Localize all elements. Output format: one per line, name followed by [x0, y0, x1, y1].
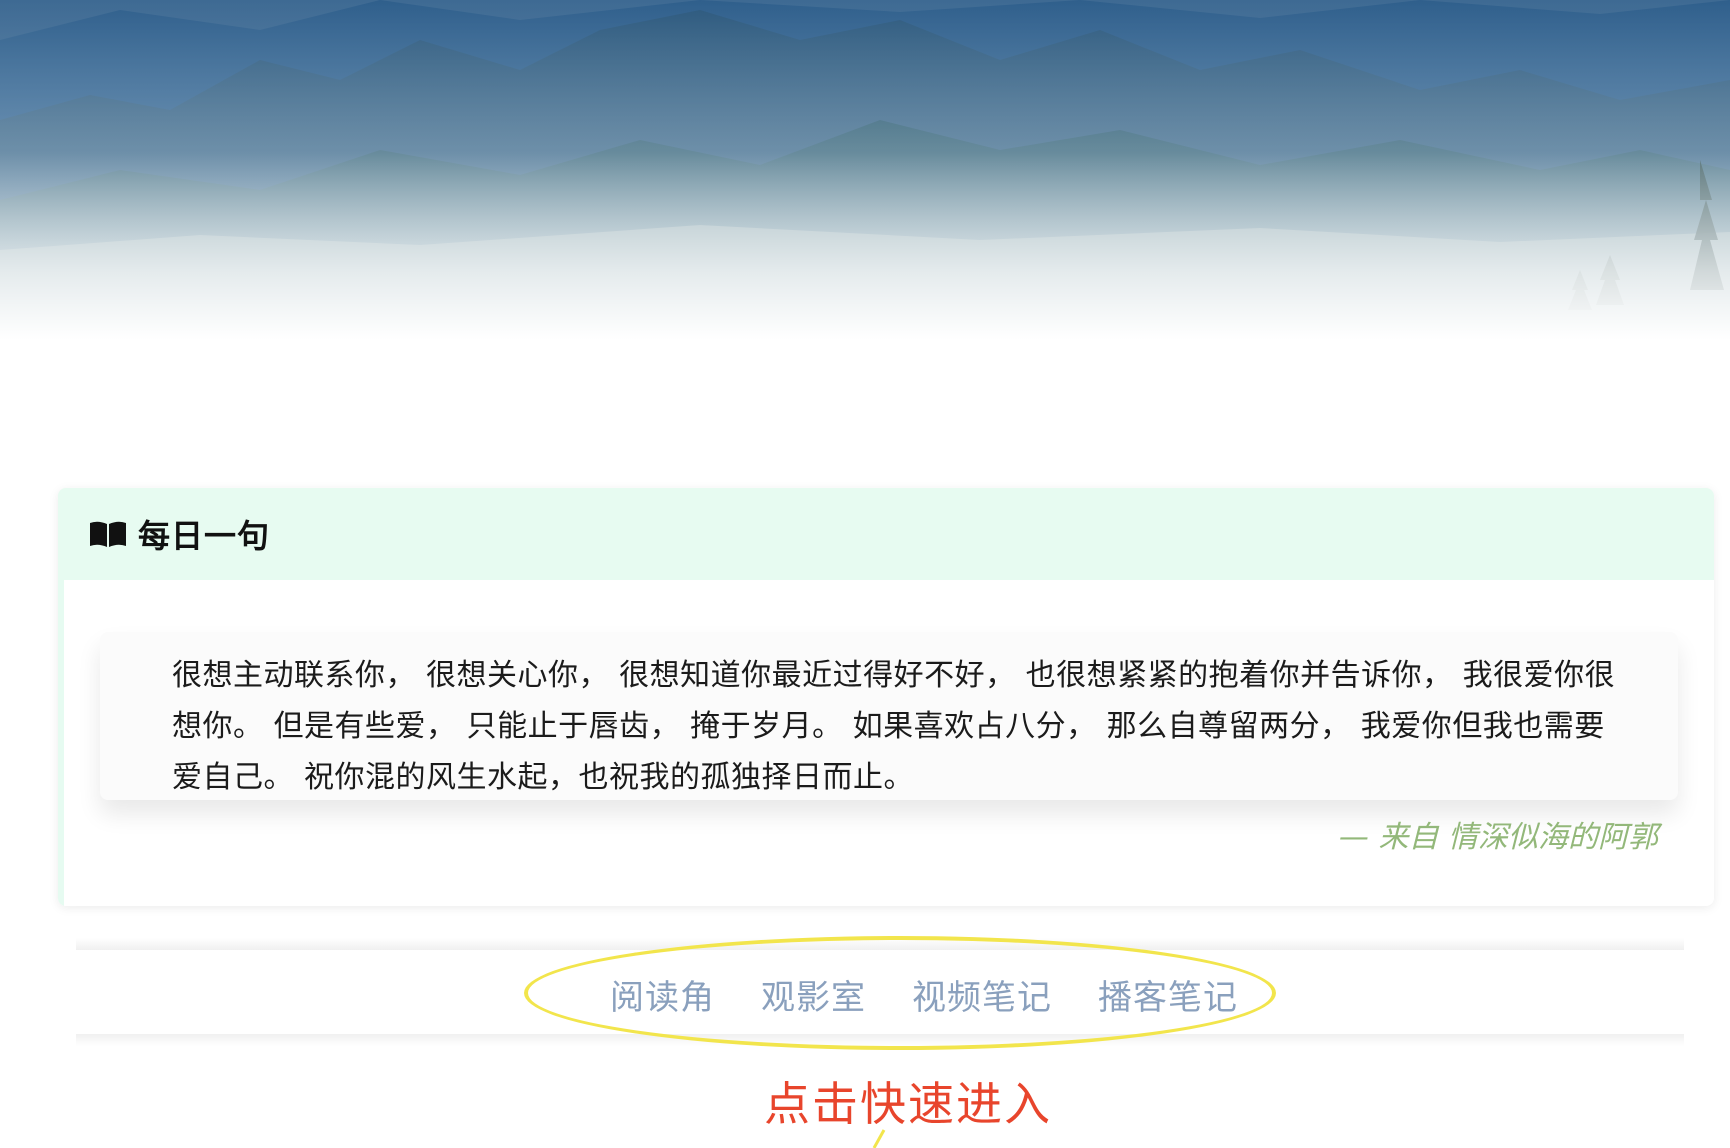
- quick-nav-links: 阅读角 观影室 视频笔记 播客笔记: [610, 970, 1238, 1019]
- nav-shadow-top: [76, 938, 1684, 950]
- nav-link-screening-room[interactable]: 观影室: [761, 970, 866, 1019]
- nav-link-podcast-notes[interactable]: 播客笔记: [1098, 970, 1238, 1019]
- quote-text: 很想主动联系你， 很想关心你， 很想知道你最近过得好不好， 也很想紧紧的抱着你并…: [172, 658, 1616, 795]
- nav-link-reading-corner[interactable]: 阅读角: [610, 970, 715, 1019]
- annotation-text: 点击快速进入: [764, 1077, 1052, 1131]
- page: 每日一句 很想主动联系你， 很想关心你， 很想知道你最近过得好不好， 也很想紧紧…: [0, 0, 1730, 1148]
- book-open-icon: [88, 519, 128, 549]
- quote-source: — 来自 情深似海的阿郭: [1338, 820, 1658, 855]
- nav-link-video-notes[interactable]: 视频笔记: [912, 970, 1052, 1019]
- nav-shadow-bottom: [76, 1034, 1684, 1046]
- daily-quote-card: 每日一句 很想主动联系你， 很想关心你， 很想知道你最近过得好不好， 也很想紧紧…: [58, 488, 1714, 906]
- annotation-arrow-icon: [872, 1128, 888, 1148]
- quote-text-box: 很想主动联系你， 很想关心你， 很想知道你最近过得好不好， 也很想紧紧的抱着你并…: [100, 632, 1678, 800]
- hero-banner-image: [0, 0, 1730, 340]
- daily-quote-title: 每日一句: [138, 517, 271, 555]
- daily-quote-header: 每日一句: [58, 488, 1714, 580]
